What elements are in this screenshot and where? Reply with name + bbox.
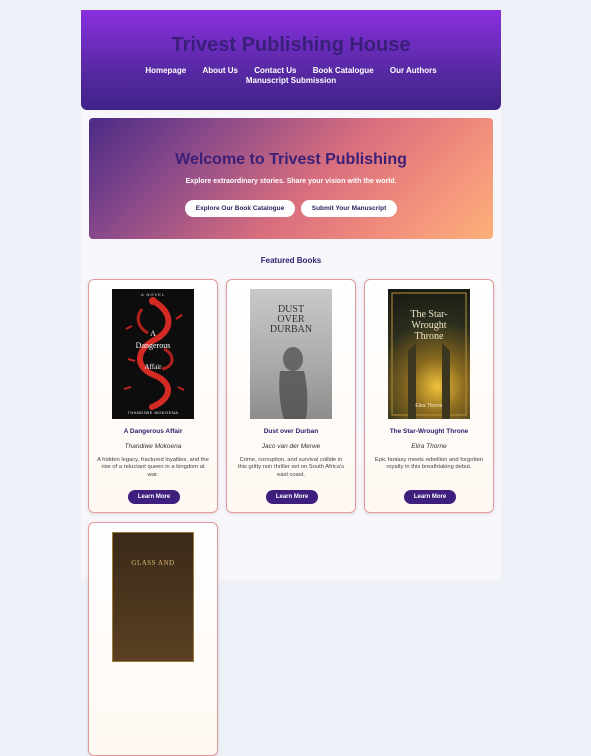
book-cover-glass-and[interactable]: GLASS AND [112,532,194,662]
main-nav: Homepage About Us Contact Us Book Catalo… [121,66,461,86]
learn-more-button[interactable]: Learn More [128,490,180,504]
book-card: The Star- Wrought Throne Elira Thorne Th… [364,279,494,513]
cover-title-line2: Dangerous [135,341,171,350]
nav-book-catalogue[interactable]: Book Catalogue [313,66,374,76]
cover-title-line1: The Star- [410,309,448,320]
cover-title-line3: Throne [414,331,444,342]
book-title[interactable]: The Star-Wrought Throne [369,428,489,435]
book-description: Crime, corruption, and survival collide … [237,457,345,478]
cover-author: Elira Thorne [415,403,443,409]
book-cover-dust-over-durban[interactable]: DUST OVER DURBAN [250,289,332,419]
book-cover-a-dangerous-affair[interactable]: A NOVEL A Dangerous Affair THANDIWE MOKO… [112,289,194,419]
book-card: GLASS AND [88,522,218,756]
nav-about-us[interactable]: About Us [202,66,238,76]
snake-illustration [123,297,185,410]
cover-title-line3: Affair [144,363,162,371]
cover-title-line2: Wrought [411,320,447,331]
book-title[interactable]: Dust over Durban [231,428,351,435]
book-cover-star-wrought-throne[interactable]: The Star- Wrought Throne Elira Thorne [388,289,470,419]
nav-homepage[interactable]: Homepage [145,66,186,76]
book-description: Epic fantasy meets rebellion and forgott… [374,457,484,471]
book-card: A NOVEL A Dangerous Affair THANDIWE MOKO… [88,279,218,513]
learn-more-button[interactable]: Learn More [404,490,456,504]
site-title: Trivest Publishing House [171,34,411,56]
hero-subtitle: Explore extraordinary stories. Share you… [185,178,397,185]
cover-author: THANDIWE MOKOENA [127,410,179,415]
book-author: Elira Thorne [411,443,447,450]
nav-our-authors[interactable]: Our Authors [390,66,437,76]
figure-illustration [279,347,308,419]
cover-title-line1: A [150,329,156,338]
submit-manuscript-button[interactable]: Submit Your Manuscript [301,200,397,217]
cover-title-line1: GLASS AND [131,559,175,567]
book-card: DUST OVER DURBAN Dust over Durban Jaco v… [226,279,356,513]
nav-manuscript-submission[interactable]: Manuscript Submission [246,76,336,86]
featured-books-heading: Featured Books [260,256,322,265]
hero-title: Welcome to Trivest Publishing [175,151,407,168]
site-header: Trivest Publishing House Homepage About … [81,10,501,110]
book-description: A hidden legacy, fractured loyalties, an… [97,457,209,478]
page-container: Trivest Publishing House Homepage About … [81,10,501,756]
learn-more-button[interactable]: Learn More [266,490,318,504]
book-author: Thandiwe Mokoena [124,443,182,450]
cover-top-text: A NOVEL [140,292,166,297]
hero-banner: Welcome to Trivest Publishing Explore ex… [89,118,493,239]
book-title[interactable]: A Dangerous Affair [93,428,213,435]
book-author: Jaco van der Merwe [261,443,321,450]
nav-contact-us[interactable]: Contact Us [254,66,296,76]
explore-catalogue-button[interactable]: Explore Our Book Catalogue [185,200,295,217]
